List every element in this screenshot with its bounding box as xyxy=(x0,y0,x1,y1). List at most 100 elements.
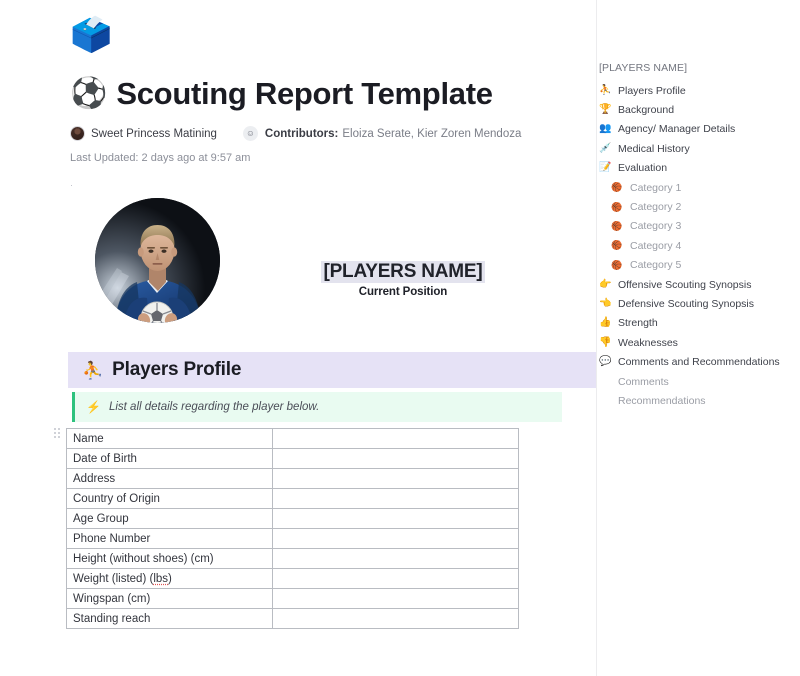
table-cell-label[interactable]: Name xyxy=(66,428,273,449)
table-row: Date of Birth xyxy=(66,448,519,469)
paragraph-marker: · xyxy=(70,180,73,190)
player-icon: ⛹️ xyxy=(599,84,612,96)
sidebar-item-category-3[interactable]: 🏀 Category 3 xyxy=(597,217,800,236)
sidebar-item-weaknesses[interactable]: 👎 Weaknesses xyxy=(597,333,800,352)
sidebar-item-label: Category 2 xyxy=(630,201,682,214)
callout-instruction: ⚡ List all details regarding the player … xyxy=(72,392,562,422)
basketball-icon: 🏀 xyxy=(611,201,623,212)
players-profile-table: Name Date of Birth Address Country of Origi… xyxy=(66,428,519,629)
sidebar-item-strength[interactable]: 👍 Strength xyxy=(597,314,800,333)
sidebar-item-offensive-scouting-synopsis[interactable]: 👉 Offensive Scouting Synopsis xyxy=(597,275,800,294)
table-row: Phone Number xyxy=(66,528,519,549)
page-title: ⚽ Scouting Report Template xyxy=(70,76,493,112)
page-title-text[interactable]: Scouting Report Template xyxy=(116,76,493,112)
sidebar-item-category-4[interactable]: 🏀 Category 4 xyxy=(597,236,800,255)
table-cell-label[interactable]: Phone Number xyxy=(66,528,273,549)
table-row: Height (without shoes) (cm) xyxy=(66,548,519,569)
ballot-box-icon[interactable]: 🗳️ xyxy=(70,14,112,56)
busts-icon: 👥 xyxy=(599,123,612,135)
table-cell-label[interactable]: Country of Origin xyxy=(66,488,273,509)
table-cell-label[interactable]: Standing reach xyxy=(66,608,273,629)
table-row: Weight (listed) (lbs) xyxy=(66,568,519,589)
sidebar-item-label: Strength xyxy=(618,317,658,330)
thumbs-down-icon: 👎 xyxy=(599,336,612,348)
point-right-icon: 👉 xyxy=(599,278,612,290)
basketball-icon: 🏀 xyxy=(611,240,623,251)
player-photo[interactable] xyxy=(95,198,220,323)
sidebar-item-label: Offensive Scouting Synopsis xyxy=(618,278,752,291)
table-cell-value[interactable] xyxy=(272,428,519,449)
contributors-names[interactable]: Eloiza Serate, Kier Zoren Mendoza xyxy=(342,128,521,140)
table-cell-value[interactable] xyxy=(272,608,519,629)
basketball-icon: 🏀 xyxy=(611,220,623,231)
player-dribbling-icon: ⛹️ xyxy=(82,360,104,380)
player-name-block: [PLAYERS NAME] Current Position xyxy=(318,261,488,298)
sidebar-item-label: Category 5 xyxy=(630,259,682,272)
table-row: Name xyxy=(66,428,519,449)
sidebar-item-medical-history[interactable]: 💉 Medical History xyxy=(597,139,800,158)
memo-icon: 📝 xyxy=(599,162,612,174)
table-row: Country of Origin xyxy=(66,488,519,509)
sidebar-item-category-5[interactable]: 🏀 Category 5 xyxy=(597,256,800,275)
table-cell-label[interactable]: Address xyxy=(66,468,273,489)
sidebar-item-defensive-scouting-synopsis[interactable]: 👈 Defensive Scouting Synopsis xyxy=(597,294,800,313)
table-cell-label[interactable]: Date of Birth xyxy=(66,448,273,469)
sidebar-item-label: Comments xyxy=(618,375,669,388)
outline-sidebar: [PLAYERS NAME] ⛹️ Players Profile 🏆 Backgro… xyxy=(596,0,800,676)
table-cell-value[interactable] xyxy=(272,488,519,509)
table-drag-handle[interactable] xyxy=(54,428,62,440)
table-row: Standing reach xyxy=(66,608,519,629)
thumbs-up-icon: 👍 xyxy=(599,317,612,329)
table-cell-value[interactable] xyxy=(272,508,519,529)
lightning-icon: ⚡ xyxy=(86,400,101,414)
sidebar-item-label: Defensive Scouting Synopsis xyxy=(618,297,754,310)
table-cell-value[interactable] xyxy=(272,528,519,549)
contributors-label: Contributors: xyxy=(264,127,339,140)
table-cell-label[interactable]: Age Group xyxy=(66,508,273,529)
sidebar-item-players-profile[interactable]: ⛹️ Players Profile xyxy=(597,81,800,100)
sidebar-item-label: Players Profile xyxy=(618,84,686,97)
comment-icon: 💬 xyxy=(599,356,612,368)
table-cell-label[interactable]: Weight (listed) (lbs) xyxy=(66,568,273,589)
sidebar-item-label: Category 4 xyxy=(630,239,682,252)
callout-text[interactable]: List all details regarding the player be… xyxy=(109,401,319,413)
player-position-text[interactable]: Current Position xyxy=(318,286,488,298)
table-row: Address xyxy=(66,468,519,489)
sidebar-item-comments[interactable]: Comments xyxy=(597,372,800,391)
table-cell-label[interactable]: Height (without shoes) (cm) xyxy=(66,548,273,569)
syringe-icon: 💉 xyxy=(599,142,612,154)
table-cell-label[interactable]: Wingspan (cm) xyxy=(66,588,273,609)
avatar[interactable] xyxy=(70,126,85,141)
table-cell-value[interactable] xyxy=(272,568,519,589)
table-cell-value[interactable] xyxy=(272,588,519,609)
player-name-text[interactable]: [PLAYERS NAME] xyxy=(321,261,485,283)
sidebar-item-background[interactable]: 🏆 Background xyxy=(597,100,800,119)
sidebar-item-category-2[interactable]: 🏀 Category 2 xyxy=(597,197,800,216)
author-name[interactable]: Sweet Princess Matining xyxy=(91,128,217,140)
sidebar-item-label: Recommendations xyxy=(618,394,706,407)
soccer-ball-icon: ⚽ xyxy=(70,77,108,110)
table-cell-value[interactable] xyxy=(272,548,519,569)
sidebar-item-label: Evaluation xyxy=(618,162,668,175)
trophy-icon: 🏆 xyxy=(599,104,612,116)
point-left-icon: 👈 xyxy=(599,297,612,309)
basketball-icon: 🏀 xyxy=(611,259,623,270)
last-updated-text: Last Updated: 2 days ago at 9:57 am xyxy=(70,152,251,164)
sidebar-item-category-1[interactable]: 🏀 Category 1 xyxy=(597,178,800,197)
sidebar-item-comments-and-recommendations[interactable]: 💬 Comments and Recommendations xyxy=(597,352,800,371)
table-cell-value[interactable] xyxy=(272,468,519,489)
section-header-title[interactable]: Players Profile xyxy=(112,359,241,381)
sidebar-nav-list: ⛹️ Players Profile 🏆 Background 👥 Agency/ Man… xyxy=(597,81,800,411)
table-row: Age Group xyxy=(66,508,519,529)
sidebar-item-recommendations[interactable]: Recommendations xyxy=(597,391,800,410)
table-cell-value[interactable] xyxy=(272,448,519,469)
byline: Sweet Princess Matining ☺ Contributors: … xyxy=(70,126,521,141)
sidebar-item-label: Category 3 xyxy=(630,220,682,233)
sidebar-heading: [PLAYERS NAME] xyxy=(599,62,688,74)
table-row: Wingspan (cm) xyxy=(66,588,519,609)
document-body: 🗳️ ⚽ Scouting Report Template Sweet Prin… xyxy=(0,0,596,676)
contributors-icon[interactable]: ☺ xyxy=(242,126,258,141)
sidebar-item-agency-manager-details[interactable]: 👥 Agency/ Manager Details xyxy=(597,120,800,139)
sidebar-item-evaluation[interactable]: 📝 Evaluation xyxy=(597,159,800,178)
sidebar-item-label: Category 1 xyxy=(630,181,682,194)
